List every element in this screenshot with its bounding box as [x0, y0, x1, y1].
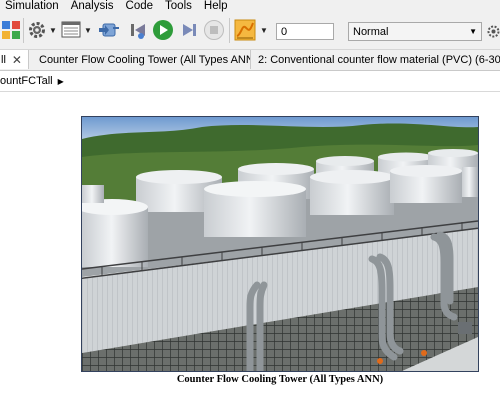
- app-grid-icon[interactable]: [0, 19, 22, 41]
- tab-bar: ll ✕ Counter Flow Cooling Tower (All Typ…: [0, 50, 500, 71]
- menu-code[interactable]: Code: [120, 0, 160, 13]
- tab-label: Counter Flow Cooling Tower (All Types AN…: [39, 53, 251, 66]
- step-forward-icon[interactable]: [178, 19, 200, 41]
- data-exchange-icon[interactable]: [98, 19, 120, 41]
- menu-bar: Simulation Analysis Code Tools Help: [0, 0, 500, 13]
- step-back-icon[interactable]: [127, 19, 149, 41]
- tab-label: 2: Conventional counter flow material (P…: [258, 53, 500, 66]
- panel-layout-icon[interactable]: [60, 19, 82, 41]
- menu-simulation[interactable]: Simulation: [0, 0, 65, 13]
- figure-caption: Counter Flow Cooling Tower (All Types AN…: [176, 374, 384, 385]
- toolbar-separator: [23, 18, 24, 43]
- stop-icon[interactable]: [203, 19, 225, 41]
- cooling-tower-image: [81, 116, 479, 372]
- menu-tools[interactable]: Tools: [159, 0, 198, 13]
- mode-select-value: Normal: [353, 25, 389, 38]
- mode-select[interactable]: Normal ▼: [348, 22, 482, 41]
- breadcrumb-item[interactable]: ountFCTall: [0, 75, 53, 87]
- tab-label: ll: [1, 53, 6, 66]
- close-icon[interactable]: ✕: [12, 53, 22, 67]
- chevron-down-icon[interactable]: ▼: [49, 27, 57, 35]
- breadcrumb: ountFCTall ▶: [0, 71, 500, 92]
- chevron-right-icon[interactable]: ▶: [58, 77, 64, 86]
- menu-help[interactable]: Help: [198, 0, 234, 13]
- step-value-input[interactable]: [276, 23, 334, 40]
- settings-gear-icon[interactable]: [26, 19, 48, 41]
- run-play-icon[interactable]: [152, 19, 174, 41]
- chevron-down-icon: ▼: [469, 27, 477, 36]
- chevron-down-icon[interactable]: ▼: [260, 27, 268, 35]
- settings-gear-icon[interactable]: [487, 25, 500, 38]
- chevron-down-icon[interactable]: ▼: [84, 27, 92, 35]
- tab-conventional-counter-flow[interactable]: 2: Conventional counter flow material (P…: [251, 50, 500, 69]
- toolbar-separator: [229, 18, 230, 43]
- tab-counter-flow-cooling-tower[interactable]: Counter Flow Cooling Tower (All Types AN…: [29, 50, 251, 69]
- tab-active[interactable]: ll ✕: [0, 50, 29, 69]
- toolbar: ▼ ▼ ▼ 0 Normal ▼: [0, 13, 500, 50]
- menu-analysis[interactable]: Analysis: [65, 0, 120, 13]
- chart-curve-icon[interactable]: [234, 19, 256, 41]
